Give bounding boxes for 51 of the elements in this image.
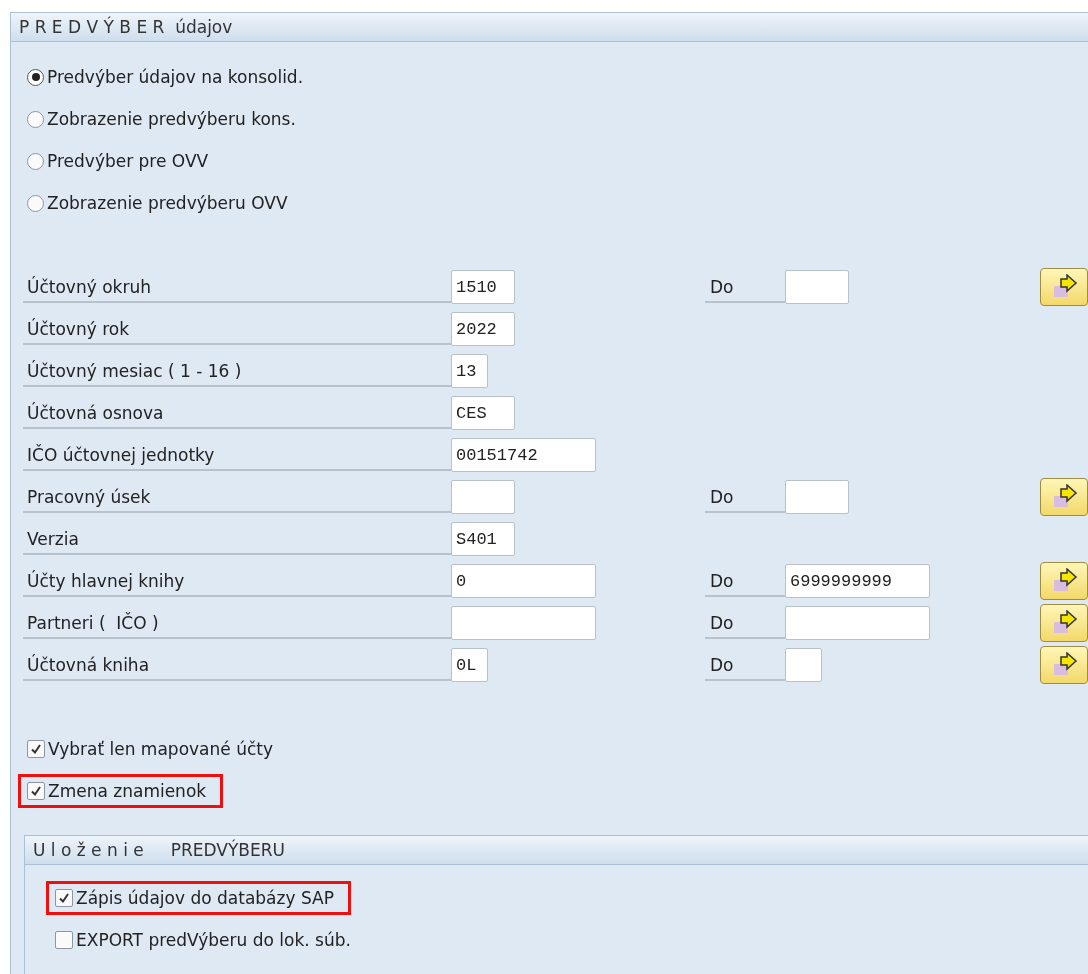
input-field[interactable] [451,480,515,514]
panel-title: U l o ž e n i e PREDVÝBERU [25,836,1088,865]
input-field[interactable]: 2022 [451,312,515,346]
input-field[interactable]: 0 [451,564,596,598]
highlighted-checkbox-option[interactable]: Zmena znamienok [18,774,224,808]
radio-button[interactable] [27,68,44,86]
radio-button[interactable] [27,194,44,212]
field-label: Partneri ( IČO ) [23,607,451,639]
field-label: Účtovný rok [23,313,451,345]
input-field[interactable] [451,606,596,640]
input-field[interactable]: 0L [451,648,488,682]
checkbox[interactable] [55,889,73,907]
field-label: Pracovný úsek [23,481,451,513]
radio-option[interactable]: Zobrazenie predvýberu kons. [27,109,296,129]
input-field[interactable]: S401 [451,522,515,556]
radio-button[interactable] [27,110,44,128]
checkbox[interactable] [27,782,45,800]
input-field[interactable]: 1510 [451,270,515,304]
field-label: Účtovný okruh [23,271,451,303]
input-field[interactable]: 13 [451,354,488,388]
input-field[interactable]: 6999999999 [785,564,930,598]
radio-option[interactable]: Predvýber pre OVV [27,151,209,171]
field-label: Účtovný mesiac ( 1 - 16 ) [23,355,451,387]
multiple-selection-button[interactable] [1040,268,1088,306]
checkbox-option[interactable]: Vybrať len mapované účty [18,732,290,766]
field-label: Účtovná kniha [23,649,451,681]
radio-button[interactable] [27,152,44,170]
multiple-selection-button[interactable] [1040,562,1088,600]
input-field[interactable] [785,480,849,514]
checkbox[interactable] [27,740,45,758]
field-label: Účty hlavnej knihy [23,565,451,597]
input-field[interactable] [785,648,822,682]
input-field[interactable]: 00151742 [451,438,596,472]
input-field[interactable] [785,606,930,640]
field-label: Verzia [23,523,451,555]
radio-option[interactable]: Predvýber údajov na konsolid. [27,67,304,87]
checkbox[interactable] [55,931,73,949]
input-field[interactable]: CES [451,396,515,430]
panel-title: P R E D V Ý B E R údajov [11,13,1088,42]
field-label: IČO účtovnej jednotky [23,439,451,471]
input-field[interactable] [785,270,849,304]
checkmark-icon [58,892,70,904]
checkmark-icon [30,785,42,797]
multiple-selection-button[interactable] [1040,604,1088,642]
checkbox-option[interactable]: EXPORT predVýberu do lok. súb. [46,923,368,957]
field-label: Účtovná osnova [23,397,451,429]
highlighted-checkbox-option[interactable]: Zápis údajov do databázy SAP [46,881,351,915]
multiple-selection-button[interactable] [1040,646,1088,684]
checkmark-icon [30,743,42,755]
radio-option[interactable]: Zobrazenie predvýberu OVV [27,193,288,213]
multiple-selection-button[interactable] [1040,478,1088,516]
